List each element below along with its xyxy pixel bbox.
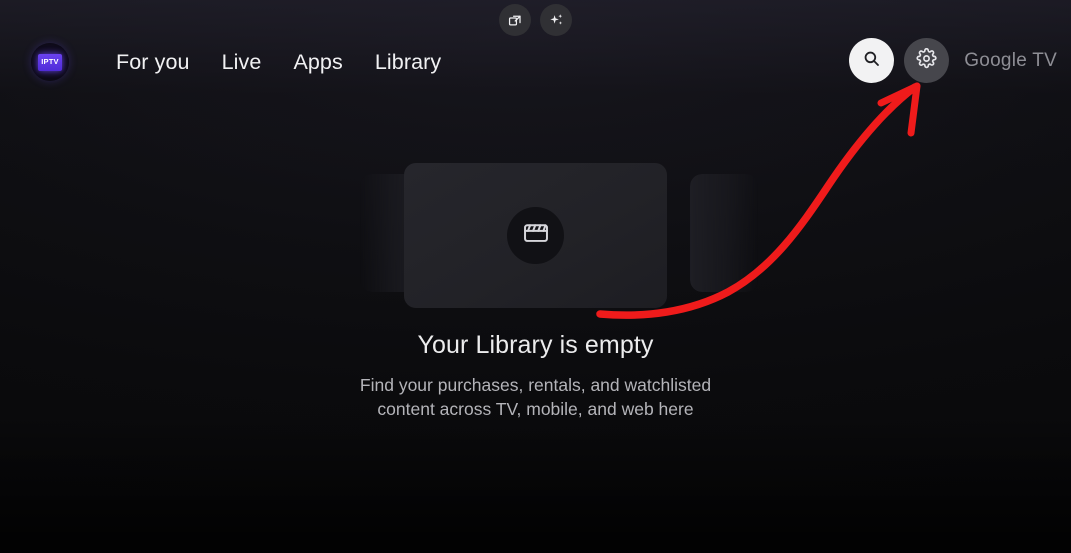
settings-button[interactable]	[904, 38, 950, 83]
google-tv-screen: IPTV For you Live Apps Library Google TV…	[0, 0, 1071, 553]
sparkle-icon	[548, 12, 565, 29]
clapperboard-icon-circle	[507, 206, 564, 264]
nav-item-live[interactable]: Live	[206, 46, 278, 79]
clapperboard-icon	[522, 219, 550, 252]
open-in-new-button[interactable]	[499, 4, 531, 36]
iptv-logo-box: IPTV	[38, 53, 62, 71]
gear-icon	[916, 47, 937, 74]
search-button[interactable]	[849, 38, 895, 83]
placeholder-cards-row	[0, 160, 1071, 310]
nav-item-for-you[interactable]: For you	[100, 46, 206, 79]
library-empty-state: Your Library is empty Find your purchase…	[0, 160, 1071, 421]
nav-item-library[interactable]: Library	[359, 46, 457, 79]
brand-label: Google TV	[964, 49, 1057, 71]
sparkle-ai-button[interactable]	[540, 4, 572, 36]
placeholder-card-right	[690, 174, 758, 292]
topbar-center-controls	[0, 4, 1071, 36]
nav-right-group: Google TV	[849, 38, 1057, 83]
placeholder-card-main	[404, 162, 667, 308]
open-in-new-icon	[508, 13, 523, 28]
bottom-ambient-glow	[0, 413, 1071, 553]
nav-left-group: IPTV For you Live Apps Library	[31, 43, 457, 81]
empty-state-subtitle-line2: content across TV, mobile, and web here	[377, 399, 694, 419]
empty-state-subtitle-line1: Find your purchases, rentals, and watchl…	[359, 375, 712, 395]
nav-items: For you Live Apps Library	[100, 46, 457, 79]
search-icon	[862, 49, 881, 73]
empty-state-title: Your Library is empty	[417, 331, 654, 359]
nav-item-apps[interactable]: Apps	[277, 46, 358, 79]
iptv-logo-label: IPTV	[41, 57, 59, 67]
iptv-profile-avatar[interactable]: IPTV	[31, 43, 69, 81]
empty-state-subtitle: Find your purchases, rentals, and watchl…	[360, 373, 711, 421]
